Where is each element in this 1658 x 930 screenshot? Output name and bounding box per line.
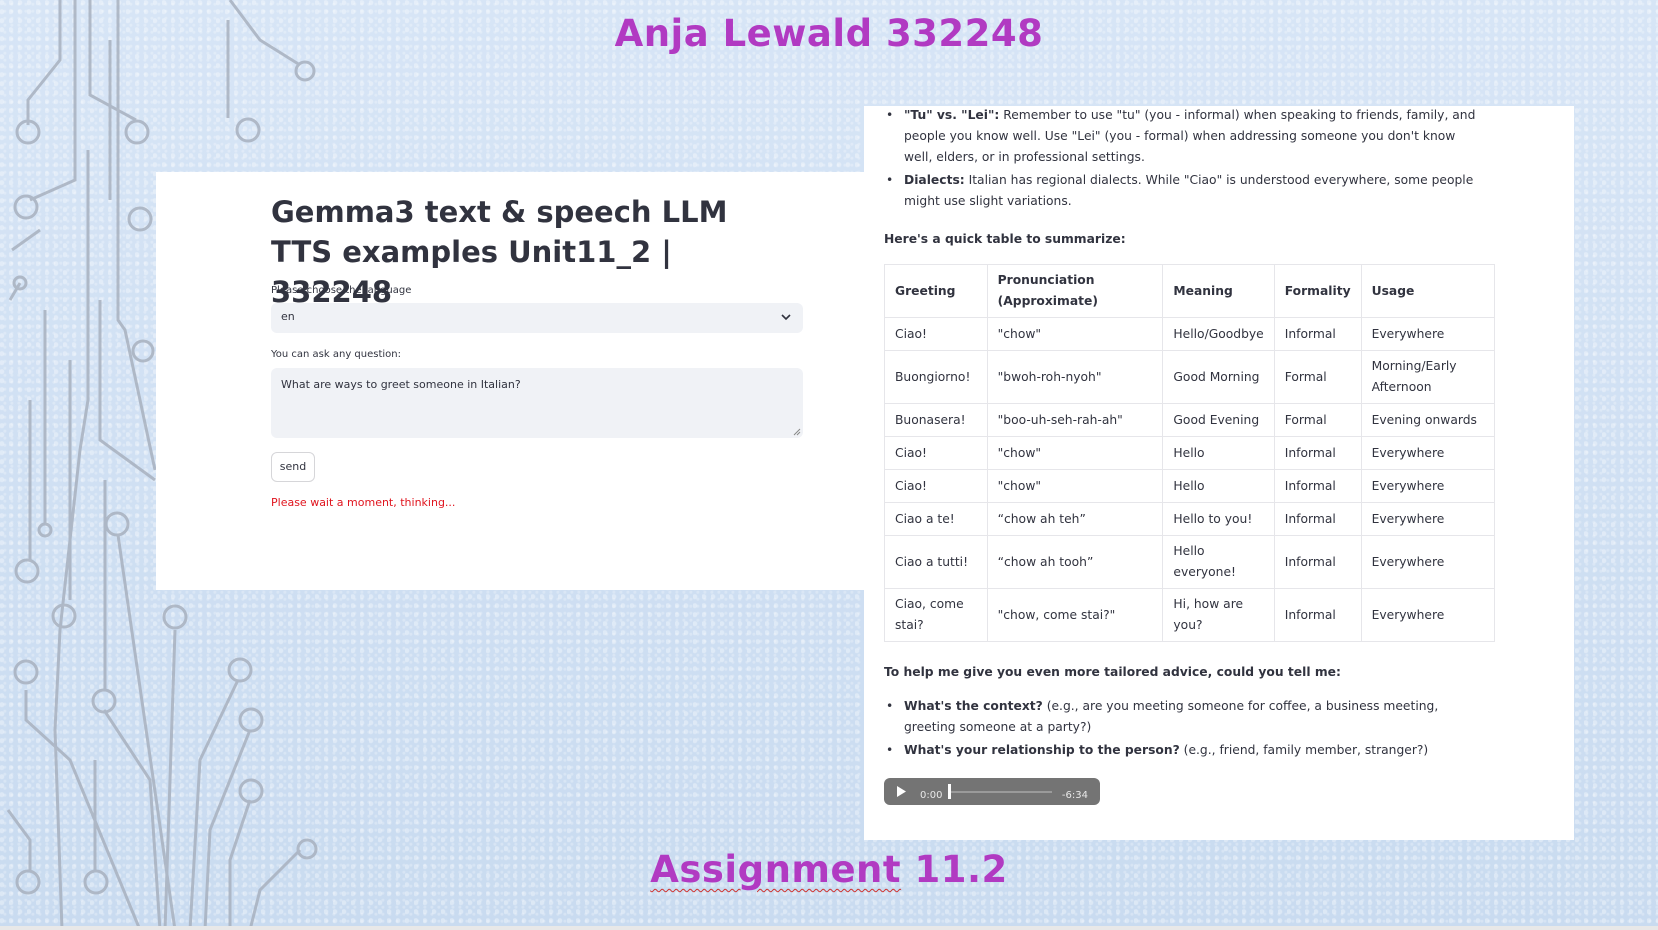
table-intro: Here's a quick table to summarize: [884,232,1126,246]
table-row: Ciao, come stai? "chow, come stai?" Hi, … [884,588,1496,642]
table-cell: Everywhere [1360,469,1496,503]
bullet-heading: Dialects: [904,173,965,187]
table-cell: "chow" [986,436,1164,470]
table-cell: Good Evening [1162,403,1275,437]
table-header-row: Greeting Pronunciation (Approximate) Mea… [884,264,1496,318]
table-cell: Buongiorno! [884,350,988,404]
column-header: Usage [1360,264,1496,318]
table-row: Ciao a te! “chow ah teh” Hello to you! I… [884,502,1496,536]
questions-list: What's the context? (e.g., are you meeti… [884,696,1484,763]
table-cell: “chow ah tooh” [986,535,1164,589]
table-cell: Hello [1162,436,1275,470]
table-cell: Informal [1273,588,1362,642]
bullet-heading: What's the context? [904,699,1043,713]
table-cell: Formal [1273,403,1362,437]
table-cell: Evening onwards [1360,403,1496,437]
advice-intro: To help me give you even more tailored a… [884,665,1341,679]
table-row: Ciao a tutti! “chow ah tooh” Hello every… [884,535,1496,589]
audio-remaining-time: -6:34 [1061,790,1088,801]
language-select[interactable]: en [271,303,803,333]
table-cell: Informal [1273,317,1362,351]
table-cell: Ciao a tutti! [884,535,988,589]
list-item: What's the context? (e.g., are you meeti… [884,696,1484,738]
table-row: Ciao! "chow" Hello Informal Everywhere [884,436,1496,470]
audio-current-time: 0:00 [920,790,943,801]
bullet-text: (e.g., friend, family member, stranger?) [1179,743,1429,757]
status-text: Please wait a moment, thinking... [271,496,456,509]
table-cell: Informal [1273,502,1362,536]
response-panel: "Tu" vs. "Lei": Remember to use "tu" (yo… [864,105,1574,840]
table-cell: Informal [1273,436,1362,470]
table-row: Ciao! "chow" Hello/Goodbye Informal Ever… [884,317,1496,351]
table-cell: Informal [1273,469,1362,503]
table-cell: Ciao! [884,436,988,470]
table-cell: Hello to you! [1162,502,1275,536]
question-label: You can ask any question: [271,349,401,360]
table-cell: Hello/Goodbye [1162,317,1275,351]
table-row: Buonasera! "boo-uh-seh-rah-ah" Good Even… [884,403,1496,437]
list-item: Dialects: Italian has regional dialects.… [884,170,1484,212]
table-cell: Formal [1273,350,1362,404]
chevron-down-icon [781,314,791,321]
app-panel: Gemma3 text & speech LLM TTS examples Un… [156,172,864,590]
language-select-value: en [281,310,295,323]
column-header: Pronunciation (Approximate) [986,264,1164,318]
column-header: Formality [1273,264,1362,318]
table-cell: “chow ah teh” [986,502,1164,536]
table-cell: Ciao, come stai? [884,588,988,642]
bullet-heading: What's your relationship to the person? [904,743,1180,757]
table-row: Ciao! "chow" Hello Informal Everywhere [884,469,1496,503]
audio-player[interactable]: 0:00 -6:34 [884,778,1100,805]
footer-number: 11.2 [901,848,1008,891]
audio-seek-handle[interactable] [948,784,951,799]
table-cell: Buonasera! [884,403,988,437]
audio-seek-bar[interactable] [948,791,1052,793]
footer-word: Assignment [650,848,902,891]
bullet-heading: "Tu" vs. "Lei": [904,108,1000,122]
column-header: Meaning [1162,264,1275,318]
greetings-table: Greeting Pronunciation (Approximate) Mea… [884,264,1496,642]
table-cell: Everywhere [1360,317,1496,351]
language-label: Please choose the language [271,285,412,296]
column-header: Greeting [884,264,988,318]
slide-title: Anja Lewald 332248 [614,12,1044,55]
question-input[interactable]: What are ways to greet someone in Italia… [271,368,803,438]
list-item: "Tu" vs. "Lei": Remember to use "tu" (yo… [884,105,1484,168]
slide-footer: Assignment 11.2 [0,848,1658,891]
table-cell: Hello everyone! [1162,535,1275,589]
table-cell: Good Morning [1162,350,1275,404]
table-cell: Ciao! [884,469,988,503]
question-input-value: What are ways to greet someone in Italia… [281,378,521,391]
table-cell: Morning/Early Afternoon [1360,350,1496,404]
table-cell: Everywhere [1360,502,1496,536]
play-icon[interactable] [895,785,907,798]
table-cell: "chow, come stai?" [986,588,1164,642]
table-cell: "chow" [986,469,1164,503]
table-cell: Ciao a te! [884,502,988,536]
send-button[interactable]: send [271,452,315,482]
table-row: Buongiorno! "bwoh-roh-nyoh" Good Morning… [884,350,1496,404]
resize-grip-icon[interactable] [793,428,801,436]
bottom-strip [0,926,1658,930]
table-cell: "boo-uh-seh-rah-ah" [986,403,1164,437]
table-cell: Everywhere [1360,535,1496,589]
table-cell: Ciao! [884,317,988,351]
table-cell: Informal [1273,535,1362,589]
table-cell: "chow" [986,317,1164,351]
table-cell: Everywhere [1360,436,1496,470]
table-cell: "bwoh-roh-nyoh" [986,350,1164,404]
list-item: What's your relationship to the person? … [884,740,1484,761]
tips-list: "Tu" vs. "Lei": Remember to use "tu" (yo… [884,105,1484,214]
bullet-text: Italian has regional dialects. While "Ci… [904,173,1474,208]
table-cell: Everywhere [1360,588,1496,642]
table-cell: Hello [1162,469,1275,503]
table-cell: Hi, how are you? [1162,588,1275,642]
